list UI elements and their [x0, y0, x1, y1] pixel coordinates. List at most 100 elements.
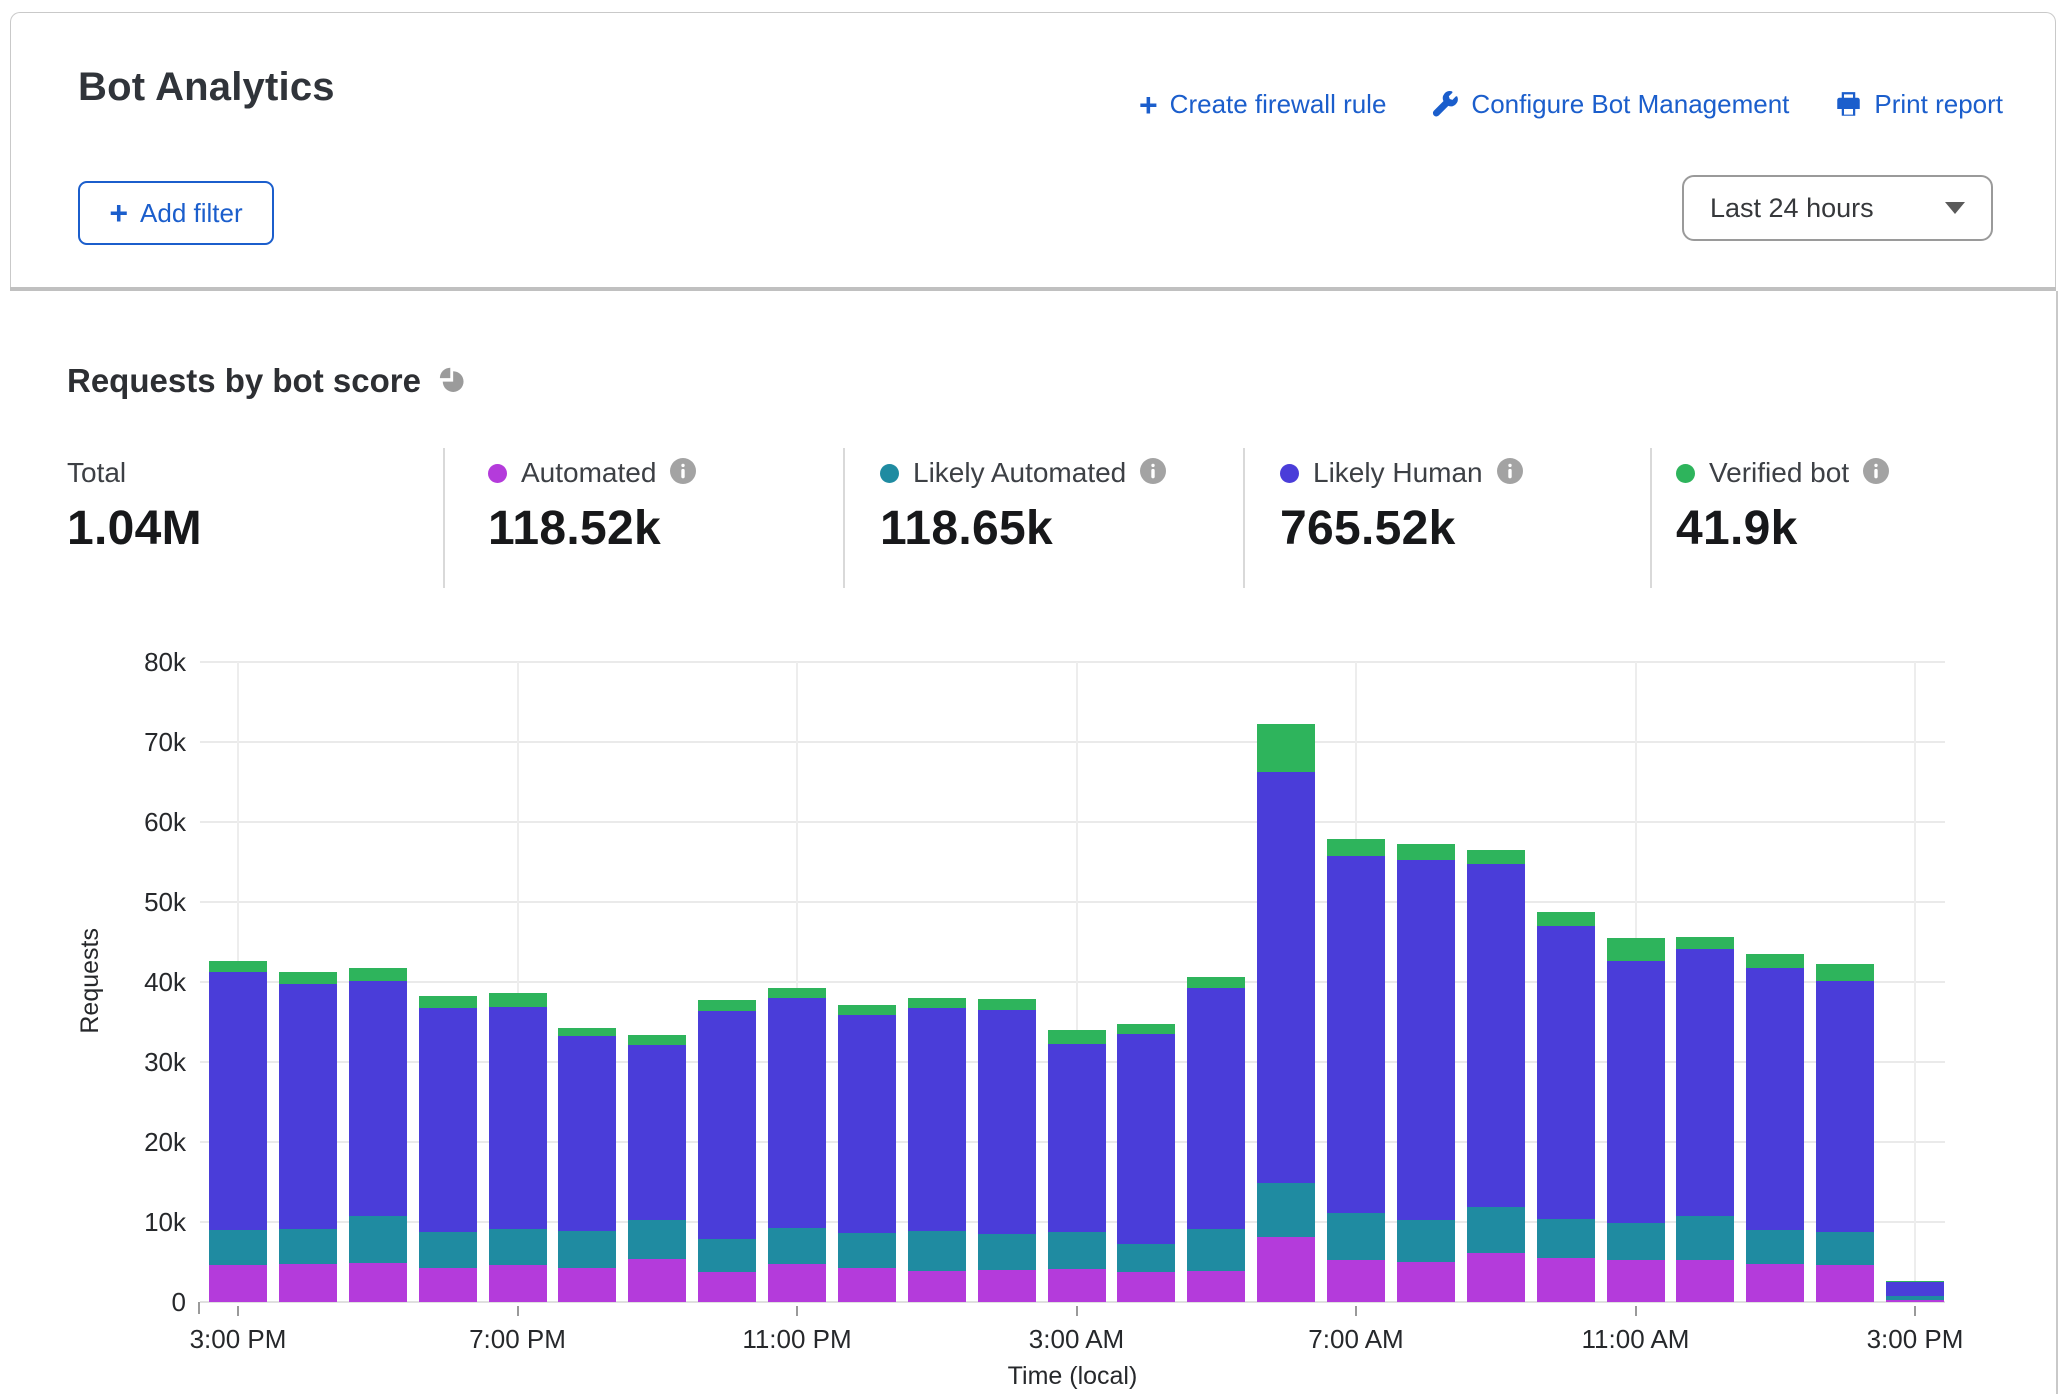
bar-segment-likely-human [558, 1036, 616, 1230]
bar-segment-automated [1117, 1272, 1175, 1302]
chevron-down-icon [1945, 202, 1965, 214]
add-filter-label: Add filter [140, 198, 243, 229]
legend-dot-automated [488, 464, 507, 483]
stat-automated-label: Automated [521, 457, 656, 489]
info-icon[interactable] [1140, 458, 1166, 489]
bar-800am[interactable] [1397, 844, 1455, 1302]
bar-1000pm[interactable] [698, 1000, 756, 1302]
bar-segment-automated [768, 1264, 826, 1302]
bar-600pm[interactable] [419, 996, 477, 1302]
bar-segment-verified-bot [1187, 977, 1245, 988]
info-icon[interactable] [1497, 458, 1523, 489]
configure-bot-management-link[interactable]: Configure Bot Management [1432, 89, 1789, 120]
bar-segment-likely-automated [768, 1228, 826, 1264]
bar-500pm[interactable] [349, 968, 407, 1302]
print-report-label: Print report [1874, 89, 2003, 120]
bar-500am[interactable] [1187, 977, 1245, 1302]
time-range-select[interactable]: Last 24 hours [1682, 175, 1993, 241]
bar-1200pm[interactable] [1676, 937, 1734, 1302]
bar-400am[interactable] [1117, 1024, 1175, 1302]
bar-segment-verified-bot [349, 968, 407, 981]
bar-segment-automated [1187, 1271, 1245, 1302]
y-tick-label: 20k [40, 1127, 186, 1157]
stat-divider [1650, 448, 1652, 588]
bar-100pm[interactable] [1746, 954, 1804, 1302]
bar-700am[interactable] [1327, 839, 1385, 1302]
add-filter-button[interactable]: + Add filter [78, 181, 274, 245]
bar-segment-likely-automated [1327, 1213, 1385, 1259]
x-axis: 3:00 PM7:00 PM11:00 PM3:00 AM7:00 AM11:0… [200, 1302, 1945, 1362]
bar-segment-likely-automated [1537, 1219, 1595, 1258]
h-gridline [200, 821, 1945, 823]
bar-segment-automated [279, 1264, 337, 1302]
bar-segment-likely-human [628, 1045, 686, 1220]
v-gridline [1914, 662, 1916, 1302]
stat-likely-automated: Likely Automated 118.65k [880, 458, 1166, 556]
bar-segment-likely-human [908, 1008, 966, 1231]
bar-segment-likely-human [1886, 1282, 1944, 1296]
bar-segment-automated [1467, 1253, 1525, 1302]
bar-1100am[interactable] [1607, 938, 1665, 1302]
bar-segment-automated [838, 1268, 896, 1302]
bar-1200am[interactable] [838, 1005, 896, 1302]
bar-segment-likely-human [349, 981, 407, 1216]
bar-200am[interactable] [978, 999, 1036, 1302]
bar-segment-verified-bot [768, 988, 826, 998]
bar-600am[interactable] [1257, 724, 1315, 1302]
info-icon[interactable] [670, 458, 696, 489]
bar-segment-likely-human [1117, 1034, 1175, 1244]
bar-segment-verified-bot [1467, 850, 1525, 864]
bar-700pm[interactable] [489, 993, 547, 1302]
bar-segment-verified-bot [209, 961, 267, 971]
bar-segment-automated [628, 1259, 686, 1302]
page-title: Bot Analytics [78, 65, 335, 110]
stat-automated: Automated 118.52k [488, 458, 696, 556]
bar-segment-likely-automated [1746, 1230, 1804, 1264]
bar-900am[interactable] [1467, 850, 1525, 1302]
bar-segment-likely-human [1676, 949, 1734, 1215]
bar-segment-likely-human [1746, 968, 1804, 1230]
bar-segment-likely-automated [1397, 1220, 1455, 1262]
bar-segment-likely-automated [349, 1216, 407, 1262]
y-tick-label: 30k [40, 1047, 186, 1077]
bar-segment-likely-automated [1816, 1232, 1874, 1265]
bar-300pm[interactable] [209, 961, 267, 1302]
create-firewall-rule-link[interactable]: + Create firewall rule [1139, 89, 1386, 120]
header-actions: + Create firewall rule Configure Bot Man… [1139, 89, 2003, 120]
x-axis-tick [1076, 1306, 1078, 1316]
header-card: Bot Analytics + Create firewall rule Con… [10, 12, 2056, 288]
y-tick-label: 60k [40, 807, 186, 837]
printer-icon [1835, 91, 1862, 118]
print-report-link[interactable]: Print report [1835, 89, 2003, 120]
plus-icon: + [109, 200, 128, 226]
bar-1100pm[interactable] [768, 988, 826, 1302]
bar-900pm[interactable] [628, 1035, 686, 1302]
y-tick-label: 10k [40, 1207, 186, 1237]
bar-segment-automated [1048, 1269, 1106, 1302]
x-axis-title: Time (local) [200, 1362, 1945, 1391]
bar-segment-likely-human [698, 1011, 756, 1239]
bar-200pm[interactable] [1816, 964, 1874, 1302]
legend-dot-verified-bot [1676, 464, 1695, 483]
bar-segment-likely-automated [1257, 1183, 1315, 1237]
bar-segment-automated [1327, 1260, 1385, 1302]
h-gridline [200, 901, 1945, 903]
x-axis-tick [1355, 1306, 1357, 1316]
bar-300pm[interactable] [1886, 1281, 1944, 1302]
bar-400pm[interactable] [279, 972, 337, 1302]
stat-likely-human-value: 765.52k [1280, 501, 1523, 556]
bar-segment-automated [1607, 1260, 1665, 1302]
bar-100am[interactable] [908, 998, 966, 1302]
bar-segment-likely-automated [1607, 1223, 1665, 1260]
x-tick-label: 3:00 PM [1815, 1324, 2015, 1355]
bar-segment-likely-human [209, 972, 267, 1230]
info-icon[interactable] [1863, 458, 1889, 489]
page-right-border [2056, 291, 2058, 1394]
bar-1000am[interactable] [1537, 912, 1595, 1302]
bar-segment-automated [489, 1265, 547, 1302]
bar-300am[interactable] [1048, 1030, 1106, 1302]
bar-segment-verified-bot [1816, 964, 1874, 982]
bar-segment-verified-bot [558, 1028, 616, 1037]
bar-segment-likely-human [978, 1010, 1036, 1234]
bar-800pm[interactable] [558, 1028, 616, 1302]
